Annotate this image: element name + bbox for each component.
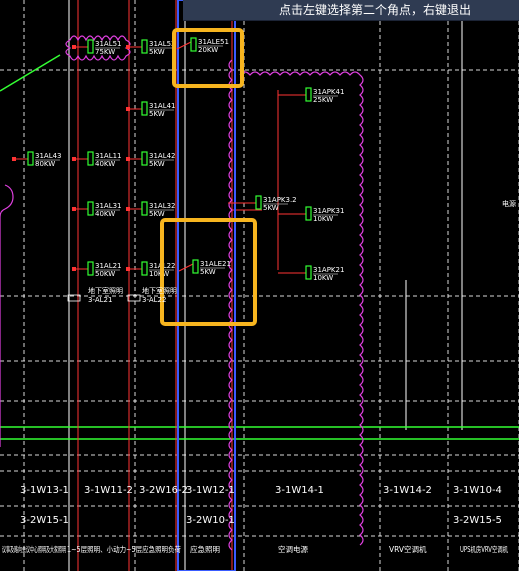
breaker-mark: [12, 157, 16, 161]
circuit-1-6: 3-1W14-2: [383, 485, 432, 496]
circuit-1-2: 3-1W11-2: [84, 485, 133, 496]
panel-power: 40KW: [95, 210, 115, 218]
right-edge-note: 电源: [502, 199, 516, 208]
panel-label: 31AL51: [95, 40, 122, 48]
breaker-mark: [126, 45, 130, 49]
panel-power: 25KW: [313, 96, 333, 104]
panel-power: 5KW: [263, 204, 279, 212]
note-b-top: 地下室照明: [142, 286, 177, 295]
panel-power: 5KW: [149, 160, 165, 168]
breaker-mark: [126, 207, 130, 211]
panel-label: 31APK21: [313, 266, 344, 274]
panel-label: 31AL43: [35, 152, 62, 160]
breaker-mark: [72, 207, 76, 211]
breaker-mark: [126, 157, 130, 161]
panel-label: 31ALE51: [198, 38, 229, 46]
desc-3: 应急照明: [190, 544, 220, 554]
panel-label: 31AL52: [149, 40, 176, 48]
panel-label: 31APK3.2: [263, 196, 297, 204]
circuit-2-2: 3-2W10-1: [186, 515, 235, 526]
panel-power: 50KW: [95, 270, 115, 278]
panel-label: 31AL31: [95, 202, 122, 210]
breaker-mark: [126, 267, 130, 271]
desc-4: 空调电源: [278, 544, 308, 554]
desc-1: 议事及路向会议中心照明及大家照明: [2, 544, 66, 554]
circuit-1-3: 3-2W16-2: [139, 485, 188, 496]
breaker-mark: [126, 107, 130, 111]
circuit-1-5: 3-1W14-1: [275, 485, 324, 496]
circuit-1-1: 3-1W13-1: [20, 485, 69, 496]
panel-power: 75KW: [95, 48, 115, 56]
command-prompt-tooltip: 点击左键选择第二个角点，右键退出: [183, 0, 519, 21]
circuit-1-7: 3-1W10-4: [453, 485, 502, 496]
panel-power: 5KW: [200, 268, 216, 276]
panel-label: 31ALE21: [200, 260, 231, 268]
circuit-1-4: 3-1W12-1: [186, 485, 235, 496]
panel-label: 31AL32: [149, 202, 176, 210]
panel-label: 31AL11: [95, 152, 122, 160]
panel-label: 31AL21: [95, 262, 122, 270]
panel-power: 40KW: [95, 160, 115, 168]
panel-power: 10KW: [313, 215, 333, 223]
circuit-2-3: 3-2W15-5: [453, 515, 502, 526]
breaker-mark: [72, 157, 76, 161]
panel-label: 31APK31: [313, 207, 344, 215]
panel-label: 31AL42: [149, 152, 176, 160]
panel-label: 31AL41: [149, 102, 176, 110]
note-a-top: 地下室照明: [88, 286, 123, 295]
desc-5: VRV空调机: [389, 544, 427, 554]
panel-label: 31APK41: [313, 88, 344, 96]
note-b: 3-AL22: [142, 296, 166, 304]
desc-2: 1~5层照明、小动力~5层应急照明负荷: [67, 544, 181, 554]
breaker-mark: [72, 267, 76, 271]
cad-drawing-canvas[interactable]: 31AL5175KW31AL525KW31ALE5120KW31AL415KW3…: [0, 0, 519, 571]
panel-power: 5KW: [149, 110, 165, 118]
panel-power: 20KW: [198, 46, 218, 54]
panel-power: 10KW: [313, 274, 333, 282]
panel-power: 80KW: [35, 160, 55, 168]
note-a: 3-AL21: [88, 296, 112, 304]
desc-6: UPS机房VRV空调机: [460, 544, 508, 554]
panel-power: 10KW: [149, 270, 169, 278]
panel-power: 5KW: [149, 48, 165, 56]
breaker-mark: [72, 45, 76, 49]
circuit-2-1: 3-2W15-1: [20, 515, 69, 526]
panel-power: 5KW: [149, 210, 165, 218]
